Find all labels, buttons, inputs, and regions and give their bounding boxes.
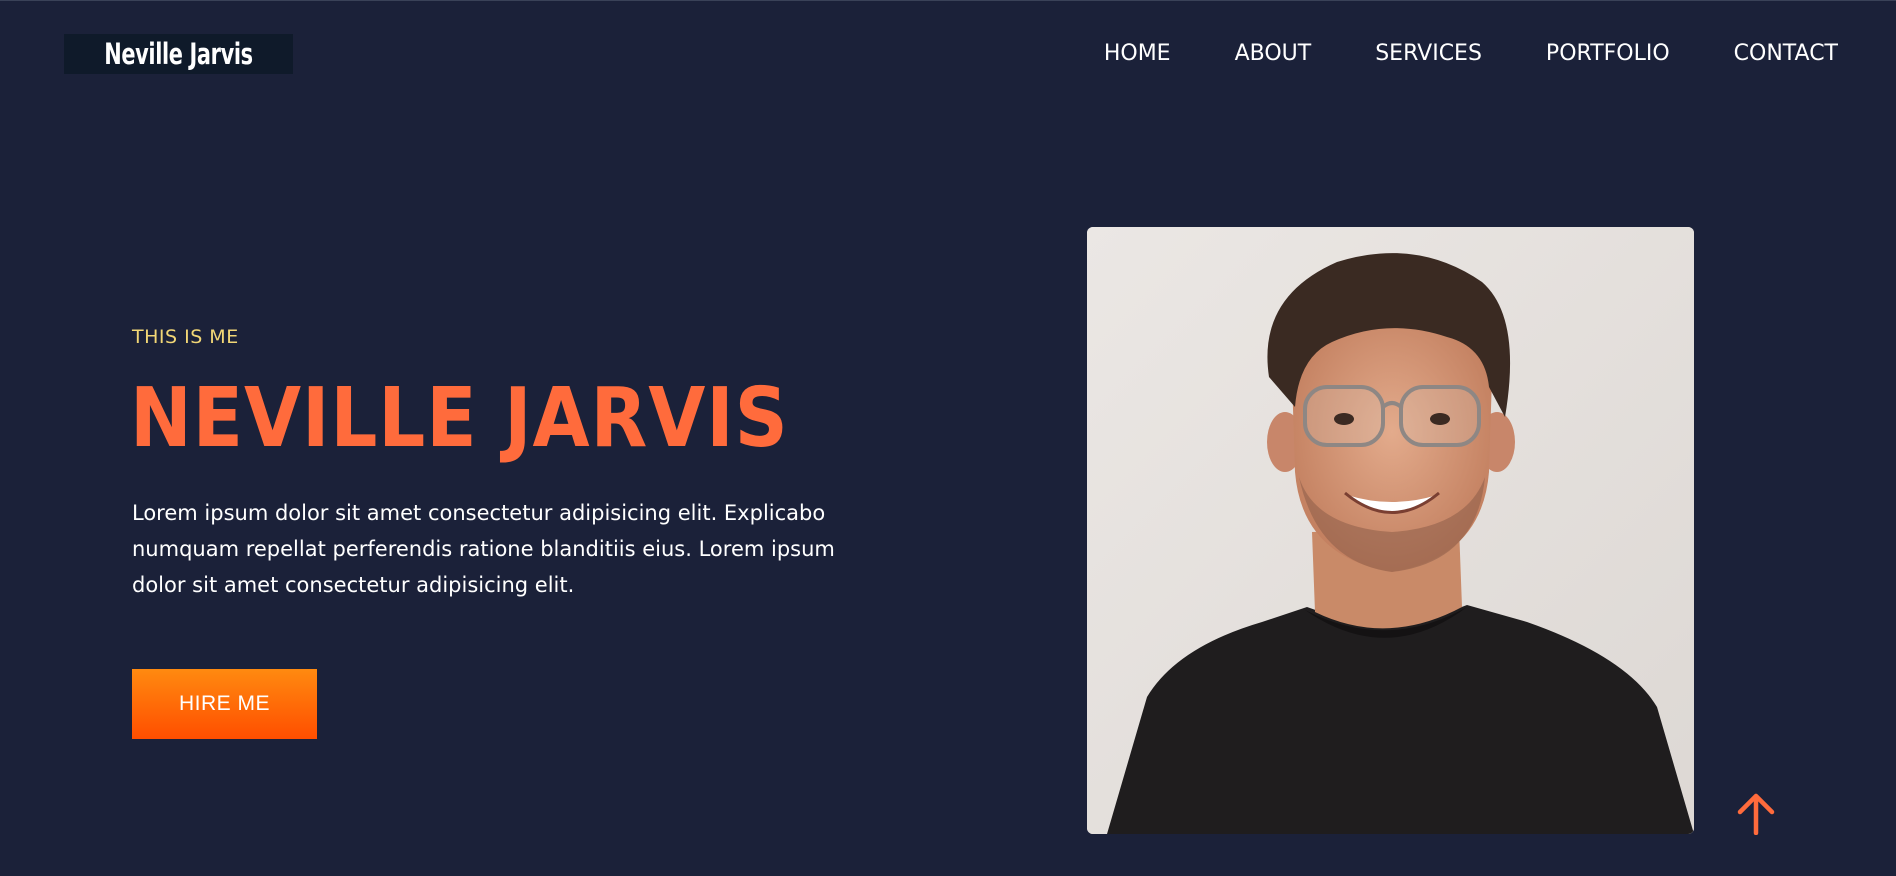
nav-about[interactable]: ABOUT	[1235, 41, 1312, 67]
hero-title: NEVILLE JARVIS	[130, 371, 789, 466]
arrow-up-icon[interactable]	[1736, 791, 1776, 836]
nav-services[interactable]: SERVICES	[1375, 41, 1482, 67]
hero-description: Lorem ipsum dolor sit amet consectetur a…	[132, 501, 835, 597]
nav-portfolio[interactable]: PORTFOLIO	[1546, 41, 1670, 67]
nav-home[interactable]: HOME	[1104, 41, 1171, 67]
hero-eyebrow: THIS IS ME	[132, 326, 239, 348]
site-logo[interactable]: Neville Jarvis	[64, 34, 293, 74]
main-nav: HOME ABOUT SERVICES PORTFOLIO CONTACT	[1040, 41, 1838, 67]
hire-me-button[interactable]: HIRE ME	[132, 669, 317, 739]
nav-contact[interactable]: CONTACT	[1734, 41, 1838, 67]
portrait-photo	[1087, 227, 1694, 834]
